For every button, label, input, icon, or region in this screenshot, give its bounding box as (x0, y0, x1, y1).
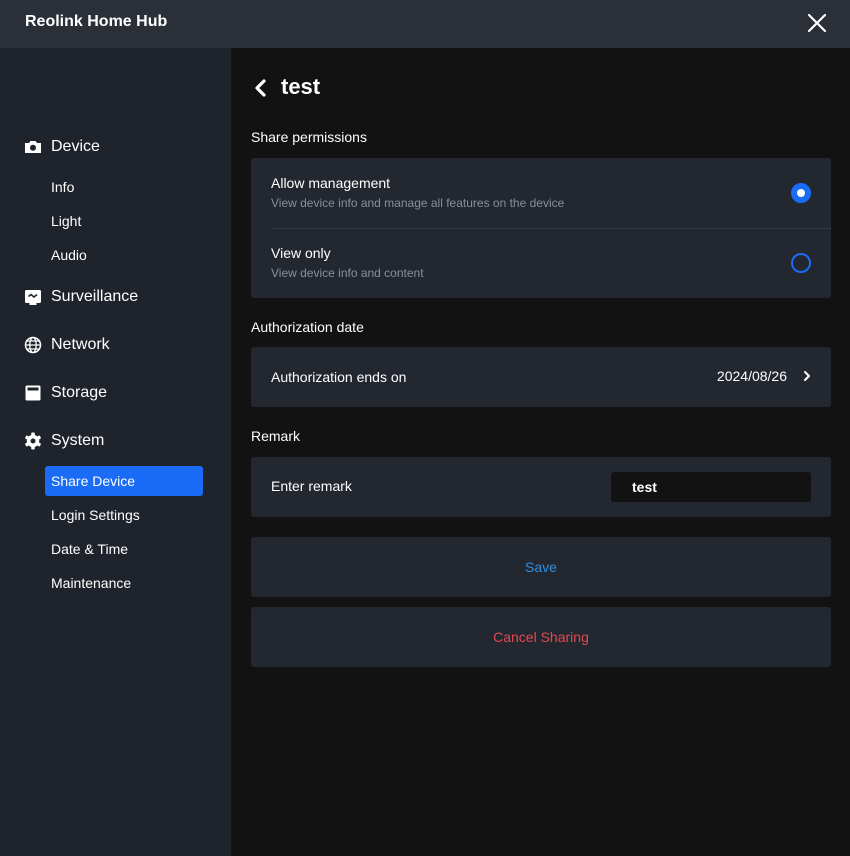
sidebar-group-label: Network (51, 336, 110, 353)
option-title: Allow management (271, 175, 391, 191)
remark-label: Enter remark (271, 478, 352, 494)
sidebar-item-login-settings[interactable]: Login Settings (45, 500, 203, 530)
sidebar-item-audio[interactable]: Audio (45, 240, 203, 270)
remark-input[interactable] (611, 472, 811, 502)
globe-icon (24, 336, 42, 354)
remark-heading: Remark (251, 428, 301, 444)
sidebar-item-info[interactable]: Info (45, 172, 203, 202)
share-permissions-card: Allow management View device info and ma… (251, 158, 831, 298)
share-permissions-heading: Share permissions (251, 129, 367, 145)
view-only-radio[interactable] (791, 253, 811, 273)
sidebar-group-label: System (51, 432, 105, 449)
authorization-label: Authorization ends on (271, 369, 407, 385)
authorization-date-value: 2024/08/26 (716, 368, 787, 384)
authorization-date-row[interactable]: Authorization ends on 2024/08/26 (251, 347, 831, 407)
sidebar-group-device[interactable]: Device (24, 135, 100, 159)
option-description: View device info and content (271, 266, 424, 280)
app-title: Reolink Home Hub (25, 13, 168, 30)
page-title: test (281, 74, 321, 99)
sidebar-item-light[interactable]: Light (45, 206, 203, 236)
title-bar: Reolink Home Hub (0, 0, 850, 48)
sidebar: Device Info Light Audio Surveillance Net… (0, 48, 231, 856)
option-title: View only (271, 245, 331, 261)
main-content: test Share permissions Allow management … (231, 48, 850, 856)
allow-management-radio[interactable] (791, 183, 811, 203)
sidebar-group-network[interactable]: Network (24, 333, 110, 357)
sidebar-group-label: Storage (51, 384, 108, 401)
chevron-left-icon (255, 79, 266, 97)
sidebar-item-maintenance[interactable]: Maintenance (45, 568, 203, 598)
sidebar-group-system[interactable]: System (24, 429, 104, 453)
gear-icon (24, 432, 42, 450)
storage-icon (24, 384, 42, 402)
sidebar-group-label: Device (51, 138, 100, 155)
sidebar-group-surveillance[interactable]: Surveillance (24, 285, 138, 309)
sidebar-item-date-time[interactable]: Date & Time (45, 534, 203, 564)
close-button[interactable] (804, 10, 830, 36)
sidebar-item-share-device[interactable]: Share Device (45, 466, 203, 496)
permission-option-view-only[interactable]: View only View device info and content (251, 228, 831, 298)
back-button[interactable] (251, 78, 271, 98)
chevron-right-icon (804, 371, 810, 381)
sidebar-group-label: Surveillance (51, 288, 139, 305)
permission-option-allow-management[interactable]: Allow management View device info and ma… (251, 158, 831, 228)
cancel-sharing-button[interactable]: Cancel Sharing (251, 607, 831, 667)
option-description: View device info and manage all features… (271, 196, 565, 210)
authorization-date-heading: Authorization date (251, 319, 364, 335)
surveillance-icon (24, 288, 42, 306)
remark-card: Enter remark (251, 457, 831, 517)
close-icon (807, 13, 827, 33)
save-button[interactable]: Save (251, 537, 831, 597)
camera-icon (24, 138, 42, 156)
sidebar-group-storage[interactable]: Storage (24, 381, 107, 405)
